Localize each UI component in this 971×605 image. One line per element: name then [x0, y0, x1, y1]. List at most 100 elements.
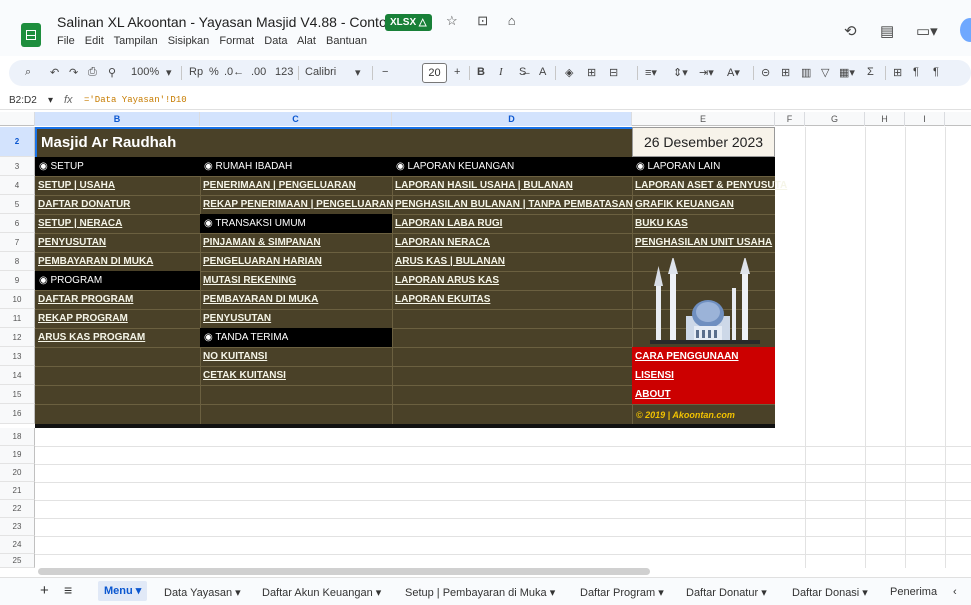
font-size-plus-button[interactable]: + [454, 66, 460, 78]
link-laporan-aset[interactable]: LAPORAN ASET & PENYUSUTA [635, 180, 787, 191]
link-penyusutan-c[interactable]: PENYUSUTAN [203, 313, 271, 324]
row-header[interactable]: 13 [0, 347, 35, 366]
row-header[interactable]: 4 [0, 176, 35, 195]
increase-decimal-button[interactable]: .00 [251, 66, 266, 78]
font-size-input[interactable]: 20 [422, 63, 447, 83]
link-pembayaran-di-muka-c[interactable]: PEMBAYARAN DI MUKA [203, 294, 318, 305]
link-pinjaman-simpanan[interactable]: PINJAMAN & SIMPANAN [203, 237, 321, 248]
date-cell[interactable]: 26 Desember 2023 [632, 127, 775, 157]
horizontal-align-button[interactable]: ≡▾ [645, 66, 657, 79]
column-header-e[interactable]: E [632, 112, 775, 126]
row-header[interactable]: 25 [0, 554, 35, 568]
tab-daftar-donatur[interactable]: Daftar Donatur ▾ [686, 586, 767, 599]
row-header[interactable]: 22 [0, 500, 35, 518]
select-all-corner[interactable] [0, 112, 35, 126]
menu-file[interactable]: File [57, 35, 75, 47]
meet-icon[interactable]: ▭▾ [916, 22, 938, 40]
row-header[interactable]: 15 [0, 385, 35, 404]
column-header-g[interactable]: G [805, 112, 865, 126]
link-laporan-neraca[interactable]: LAPORAN NERACA [395, 237, 490, 248]
add-sheet-button[interactable]: + [40, 582, 49, 599]
link-laporan-laba-rugi[interactable]: LAPORAN LABA RUGI [395, 218, 502, 229]
column-header-d[interactable]: D [392, 112, 632, 126]
row-header[interactable]: 10 [0, 290, 35, 309]
link-penerimaan-pengeluaran[interactable]: PENERIMAAN | PENGELUARAN [203, 180, 356, 191]
functions-icon[interactable]: Σ [867, 66, 874, 78]
tab-daftar-program[interactable]: Daftar Program ▾ [580, 586, 664, 599]
link-penghasilan-bulanan[interactable]: PENGHASILAN BULANAN | TANPA PEMBATASAN [395, 199, 633, 210]
text-rotation-button[interactable]: A▾ [727, 66, 740, 79]
font-select[interactable]: Calibri [305, 66, 336, 78]
horizontal-scrollbar[interactable] [38, 568, 650, 575]
sheets-logo-icon[interactable] [21, 23, 41, 47]
decrease-decimal-button[interactable]: .0← [224, 66, 244, 78]
zoom-chevron-icon[interactable]: ▾ [166, 66, 172, 79]
column-header-h[interactable]: H [865, 112, 905, 126]
link-grafik-keuangan[interactable]: GRAFIK KEUANGAN [635, 199, 734, 210]
star-move-cloud-icons[interactable]: ☆ ⊡ ⌂ [446, 13, 524, 29]
column-header-i[interactable]: I [905, 112, 945, 126]
row-header[interactable]: 20 [0, 464, 35, 482]
scroll-tabs-left-icon[interactable]: ‹ [953, 586, 957, 598]
number-format-button[interactable]: 123 [275, 66, 293, 78]
vertical-align-button[interactable]: ⇕▾ [673, 66, 688, 79]
tab-setup-pembayaran[interactable]: Setup | Pembayaran di Muka ▾ [405, 586, 555, 599]
tab-data-yayasan[interactable]: Data Yayasan ▾ [164, 586, 241, 599]
row-header[interactable]: 23 [0, 518, 35, 536]
tab-daftar-akun-keuangan[interactable]: Daftar Akun Keuangan ▾ [262, 586, 381, 599]
row-header[interactable]: 8 [0, 252, 35, 271]
text-wrap-button[interactable]: ⇥▾ [699, 66, 714, 79]
name-box[interactable]: B2:D2 [9, 95, 37, 106]
link-mutasi-rekening[interactable]: MUTASI REKENING [203, 275, 296, 286]
column-header-c[interactable]: C [200, 112, 392, 126]
insert-comment-icon[interactable]: ⊞ [781, 66, 790, 79]
row-header[interactable]: 3 [0, 157, 35, 176]
link-daftar-donatur[interactable]: DAFTAR DONATUR [38, 199, 130, 210]
row-header[interactable]: 14 [0, 366, 35, 385]
link-rekap-program[interactable]: REKAP PROGRAM [38, 313, 128, 324]
link-pengeluaran-harian[interactable]: PENGELUARAN HARIAN [203, 256, 322, 267]
redo-icon[interactable]: ↷ [69, 66, 78, 79]
link-cara-penggunaan[interactable]: CARA PENGGUNAAN [635, 351, 739, 362]
link-setup-neraca[interactable]: SETUP | NERACA [38, 218, 122, 229]
link-arus-kas-program[interactable]: ARUS KAS PROGRAM [38, 332, 145, 343]
link-buku-kas[interactable]: BUKU KAS [635, 218, 688, 229]
row-header[interactable]: 18 [0, 428, 35, 446]
menu-help[interactable]: Bantuan [326, 35, 367, 47]
print-icon[interactable]: ⎙ [88, 66, 97, 79]
text-color-button[interactable]: A [539, 66, 546, 78]
insert-link-icon[interactable]: ⊝ [761, 66, 770, 79]
row-header[interactable]: 19 [0, 446, 35, 464]
row-header[interactable]: 11 [0, 309, 35, 328]
strikethrough-button[interactable]: S̶ [519, 66, 526, 78]
insert-chart-icon[interactable]: ▥ [801, 66, 811, 79]
row-header[interactable]: 9 [0, 271, 35, 290]
zoom-select[interactable]: 100% [131, 66, 159, 78]
menu-data[interactable]: Data [264, 35, 287, 47]
menu-edit[interactable]: Edit [85, 35, 104, 47]
link-arus-kas-bulanan[interactable]: ARUS KAS | BULANAN [395, 256, 505, 267]
search-menus-icon[interactable]: ⌕ [25, 66, 31, 79]
font-size-minus-button[interactable]: − [382, 66, 388, 78]
ltr-text-icon[interactable]: ¶ [913, 66, 919, 78]
document-title[interactable]: Salinan XL Akoontan - Yayasan Masjid V4.… [57, 14, 428, 30]
link-laporan-ekuitas[interactable]: LAPORAN EKUITAS [395, 294, 490, 305]
tab-daftar-donasi[interactable]: Daftar Donasi ▾ [792, 586, 868, 599]
row-header[interactable]: 7 [0, 233, 35, 252]
row-header[interactable]: 5 [0, 195, 35, 214]
merge-cells-icon[interactable]: ⊟ [609, 66, 618, 79]
percent-button[interactable]: % [209, 66, 219, 78]
filter-views-button[interactable]: ▦▾ [839, 66, 855, 79]
column-header-f[interactable]: F [775, 112, 805, 126]
extra-tool-icon[interactable]: ⊞ [893, 66, 902, 79]
comment-icon[interactable]: ▤ [880, 22, 894, 40]
bold-button[interactable]: B [477, 66, 485, 78]
avatar[interactable] [960, 18, 971, 42]
borders-icon[interactable]: ⊞ [587, 66, 596, 79]
paint-format-icon[interactable]: ⚲ [108, 66, 116, 79]
rtl-text-icon[interactable]: ¶ [933, 66, 939, 78]
menu-format[interactable]: Format [219, 35, 254, 47]
name-box-chevron-icon[interactable]: ▾ [48, 95, 53, 106]
row-header[interactable]: 2 [0, 127, 35, 157]
menu-insert[interactable]: Sisipkan [168, 35, 210, 47]
